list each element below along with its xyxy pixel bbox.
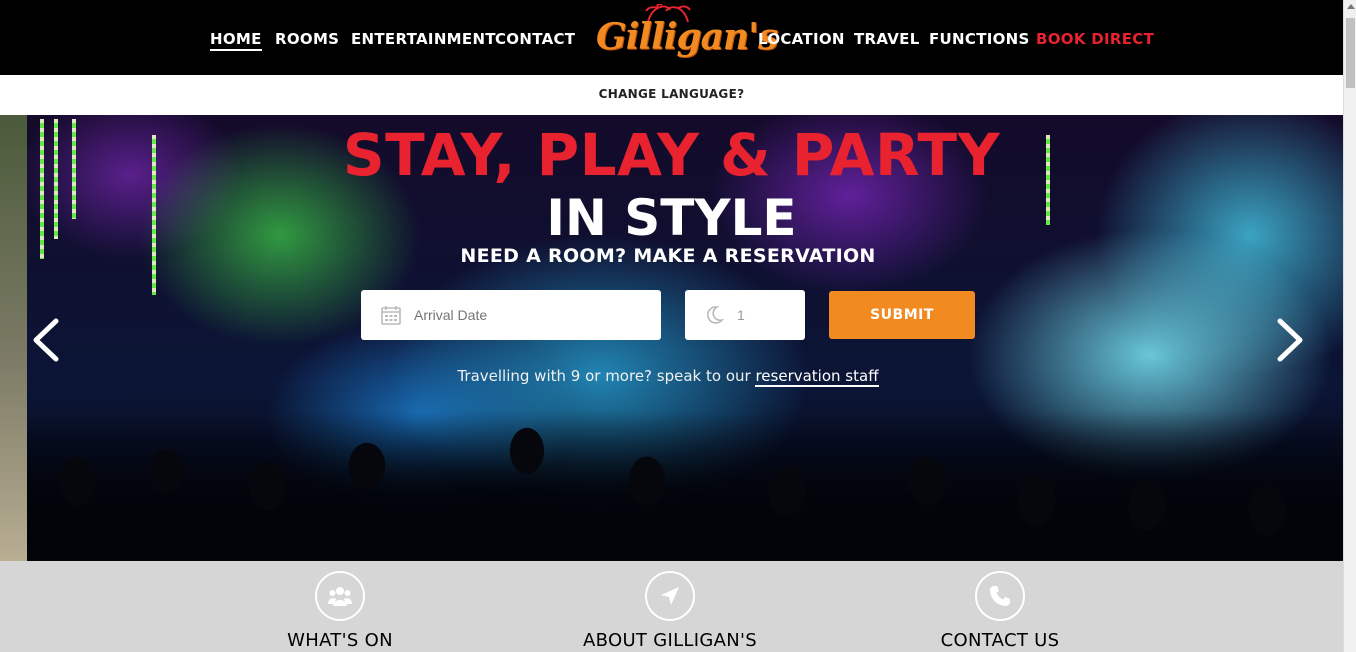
- nav-location[interactable]: LOCATION: [758, 30, 845, 48]
- page-scrollbar[interactable]: [1343, 0, 1356, 652]
- nav-entertainment[interactable]: ENTERTAINMENT: [351, 30, 496, 48]
- feature-title: ABOUT GILLIGAN'S: [583, 630, 757, 651]
- calendar-icon: [381, 306, 401, 325]
- nights-field[interactable]: [685, 290, 805, 340]
- nav-home[interactable]: HOME: [210, 30, 262, 51]
- group-note-text: Travelling with 9 or more? speak to our: [457, 367, 751, 385]
- feature-icon-circle: [315, 571, 365, 621]
- gilligans-logo[interactable]: Gilligan's: [596, 4, 778, 66]
- nav-contact[interactable]: CONTACT: [495, 30, 575, 48]
- chevron-left-icon[interactable]: [30, 317, 62, 363]
- phone-icon: [990, 586, 1010, 606]
- feature-icon-circle: [975, 571, 1025, 621]
- nav-rooms[interactable]: ROOMS: [275, 30, 339, 48]
- crowd-silhouette: [27, 411, 1343, 561]
- group-booking-note: Travelling with 9 or more? speak to our …: [0, 367, 1336, 387]
- hero-title: STAY, PLAY & PARTY: [342, 121, 1001, 189]
- feature-title: WHAT'S ON: [287, 630, 393, 651]
- chevron-right-icon[interactable]: [1274, 317, 1306, 363]
- change-language-link[interactable]: CHANGE LANGUAGE?: [0, 87, 1343, 101]
- nights-input[interactable]: [735, 306, 799, 324]
- hero-banner: STAY, PLAY & PARTY IN STYLE NEED A ROOM?…: [0, 115, 1343, 561]
- language-bar: CHANGE LANGUAGE?: [0, 75, 1343, 115]
- scroll-thumb[interactable]: [1346, 18, 1355, 88]
- nav-travel[interactable]: TRAVEL: [854, 30, 920, 48]
- hero-title-secondary: IN STYLE: [546, 189, 797, 247]
- features-row: WHAT'S ON ABOUT GILLIGAN'S CONTACT US: [0, 561, 1343, 652]
- brand-name: Gilligan's: [596, 16, 778, 58]
- arrival-date-input[interactable]: [412, 306, 646, 324]
- arrival-date-field[interactable]: [361, 290, 661, 340]
- hero-subtitle: NEED A ROOM? MAKE A RESERVATION: [460, 245, 876, 267]
- submit-button[interactable]: SUBMIT: [829, 291, 975, 339]
- nav-functions[interactable]: FUNCTIONS: [929, 30, 1030, 48]
- feature-icon-circle: [645, 571, 695, 621]
- location-arrow-icon: [661, 587, 679, 605]
- moon-icon: [707, 306, 725, 324]
- reservation-staff-link[interactable]: reservation staff: [755, 367, 879, 387]
- nav-book-direct[interactable]: BOOK DIRECT: [1036, 30, 1154, 48]
- users-icon: [328, 587, 352, 606]
- scroll-up-arrow[interactable]: [1347, 4, 1355, 9]
- top-navigation: HOME ROOMS ENTERTAINMENT CONTACT Gilliga…: [0, 0, 1343, 75]
- feature-title: CONTACT US: [940, 630, 1060, 651]
